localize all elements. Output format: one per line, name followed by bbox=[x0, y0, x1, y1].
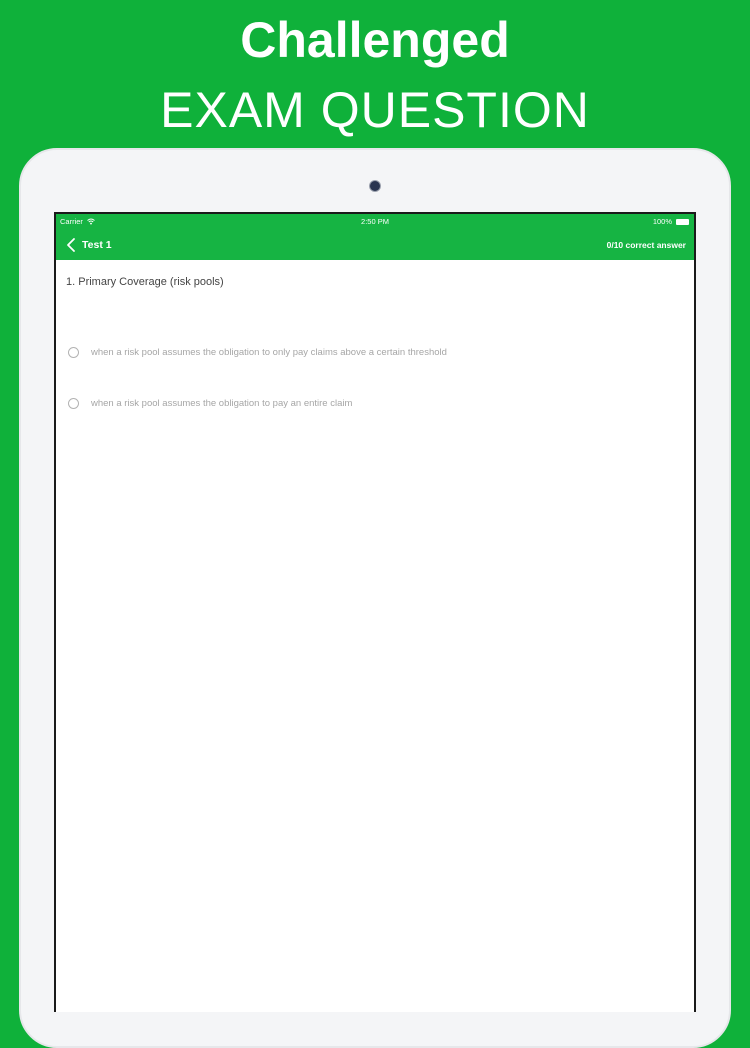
answer-option[interactable]: when a risk pool assumes the obligation … bbox=[68, 397, 668, 413]
battery-percent: 100% bbox=[652, 217, 672, 226]
question-text: 1. Primary Coverage (risk pools) bbox=[66, 276, 224, 288]
answer-option-label[interactable]: when a risk pool assumes the obligation … bbox=[91, 397, 352, 411]
nav-bar: Test 1 0/10 correct answer bbox=[56, 230, 694, 260]
status-time: 2:50 PM bbox=[361, 217, 389, 226]
radio-icon[interactable] bbox=[68, 347, 79, 358]
nav-title: Test 1 bbox=[82, 239, 112, 251]
promo-title: Challenged bbox=[240, 12, 510, 68]
camera-icon bbox=[370, 181, 380, 191]
battery-icon bbox=[676, 219, 689, 225]
back-chevron-icon[interactable] bbox=[64, 235, 78, 255]
score-label: 0/10 correct answer bbox=[606, 240, 686, 250]
app-screen: Carrier 2:50 PM 100% Test 1 0/10 correct… bbox=[54, 212, 696, 1012]
promo-subtitle: EXAM QUESTION bbox=[160, 82, 590, 138]
radio-icon[interactable] bbox=[68, 398, 79, 409]
answer-option[interactable]: when a risk pool assumes the obligation … bbox=[68, 346, 668, 362]
answer-option-label[interactable]: when a risk pool assumes the obligation … bbox=[91, 346, 447, 360]
status-bar: Carrier 2:50 PM 100% bbox=[56, 214, 694, 230]
